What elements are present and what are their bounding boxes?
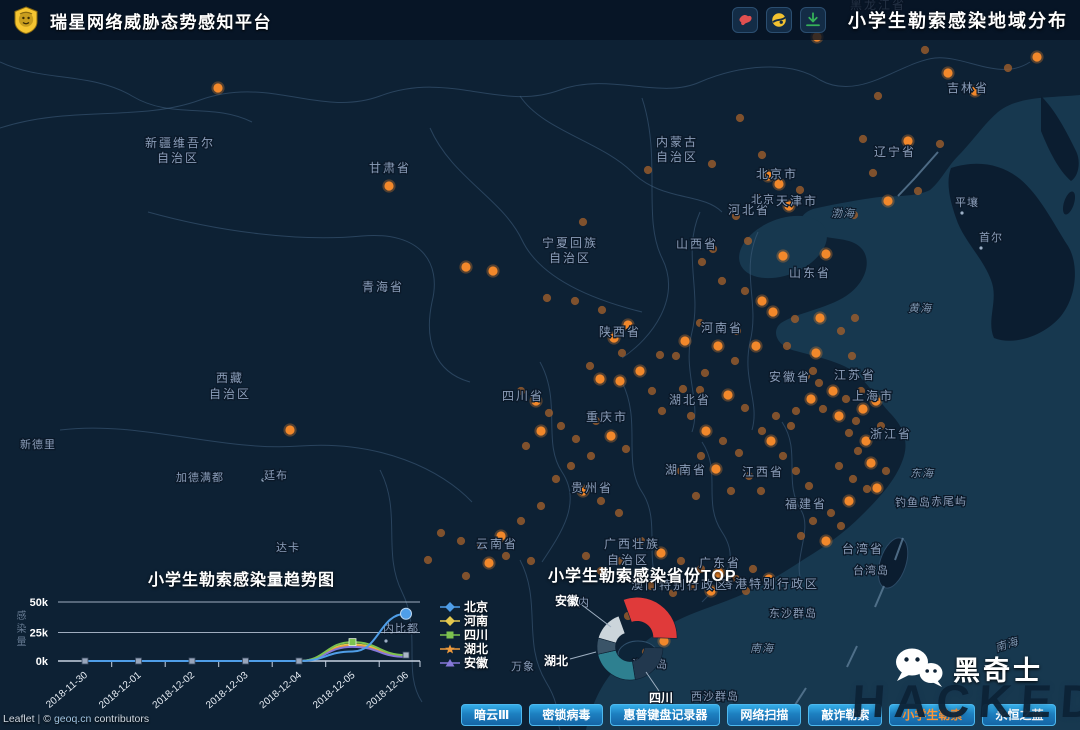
app-title: 瑞星网络威胁态势感知平台 bbox=[50, 8, 272, 33]
svg-text:重庆市: 重庆市 bbox=[586, 409, 628, 424]
svg-text:四川省: 四川省 bbox=[502, 389, 544, 403]
svg-text:青海省: 青海省 bbox=[362, 279, 404, 294]
svg-text:新疆维吾尔: 新疆维吾尔 bbox=[145, 135, 215, 150]
virus-button-4[interactable]: 网络扫描 bbox=[727, 704, 801, 726]
virus-button-2[interactable]: 密锁病毒 bbox=[529, 704, 603, 726]
svg-text:钓鱼岛: 钓鱼岛 bbox=[895, 495, 931, 509]
map-attribution: Leaflet|© geoq.cn contributors bbox=[3, 713, 149, 725]
wechat-watermark: 黑奇士 bbox=[893, 646, 1043, 690]
svg-text:台湾省: 台湾省 bbox=[842, 541, 884, 556]
svg-text:湖南省: 湖南省 bbox=[665, 462, 707, 477]
svg-text:河内: 河内 bbox=[566, 595, 590, 609]
svg-text:云南省: 云南省 bbox=[476, 536, 518, 551]
svg-text:广西壮族: 广西壮族 bbox=[604, 537, 660, 551]
page-title: 小学生勒索感染地域分布 bbox=[848, 7, 1068, 33]
wechat-icon bbox=[893, 646, 945, 690]
svg-text:山西省: 山西省 bbox=[676, 237, 718, 251]
leaflet-credit[interactable]: Leaflet bbox=[3, 713, 35, 725]
virus-button-1[interactable]: 暗云Ⅲ bbox=[461, 704, 522, 726]
svg-text:内比都: 内比都 bbox=[383, 621, 419, 635]
svg-text:辽宁省: 辽宁省 bbox=[874, 144, 916, 159]
legend-item-安徽[interactable]: 安徽 bbox=[440, 656, 488, 669]
geoq-link[interactable]: geoq.cn bbox=[54, 713, 91, 725]
svg-text:江苏省: 江苏省 bbox=[834, 368, 876, 382]
svg-text:东海: 东海 bbox=[910, 467, 935, 480]
svg-text:南海: 南海 bbox=[750, 642, 775, 655]
svg-text:陕西省: 陕西省 bbox=[599, 324, 641, 339]
download-icon bbox=[804, 11, 822, 29]
svg-text:湖北省: 湖北省 bbox=[669, 392, 711, 407]
china-map-icon bbox=[736, 11, 754, 29]
svg-text:天津市: 天津市 bbox=[776, 193, 818, 208]
svg-text:东沙群岛: 东沙群岛 bbox=[769, 606, 817, 620]
svg-text:赤尾屿: 赤尾屿 bbox=[931, 495, 967, 508]
china-map-button[interactable] bbox=[732, 7, 758, 33]
svg-text:自治区: 自治区 bbox=[209, 387, 251, 401]
pie-chart-title: 小学生勒索感染省份TOP bbox=[548, 562, 737, 586]
threat-map-app: 新疆维吾尔自治区甘肃省青海省西藏自治区内蒙古自治区黑龙江省吉林省辽宁省北京市天津… bbox=[0, 0, 1080, 730]
globe-button[interactable] bbox=[766, 7, 792, 33]
svg-text:万象: 万象 bbox=[511, 660, 535, 673]
svg-text:自治区: 自治区 bbox=[549, 251, 591, 265]
svg-text:平壤: 平壤 bbox=[955, 195, 979, 209]
svg-text:山东省: 山东省 bbox=[789, 266, 831, 280]
svg-text:安徽省: 安徽省 bbox=[769, 369, 811, 384]
virus-button-3[interactable]: 惠普键盘记录器 bbox=[610, 704, 720, 726]
svg-text:台湾岛: 台湾岛 bbox=[853, 563, 889, 577]
svg-text:北京: 北京 bbox=[751, 192, 775, 206]
svg-text:河南省: 河南省 bbox=[701, 320, 743, 335]
svg-text:渤海: 渤海 bbox=[831, 207, 856, 220]
svg-text:贵州省: 贵州省 bbox=[571, 481, 613, 495]
svg-text:江西省: 江西省 bbox=[742, 465, 784, 479]
svg-text:西藏: 西藏 bbox=[216, 371, 244, 385]
svg-text:首尔: 首尔 bbox=[979, 230, 1003, 244]
svg-text:达卡: 达卡 bbox=[276, 541, 300, 554]
header-bar: 瑞星网络威胁态势感知平台 小学生勒索感染地域分布 bbox=[0, 0, 1080, 40]
svg-text:加德满都: 加德满都 bbox=[176, 470, 224, 484]
svg-text:北京市: 北京市 bbox=[756, 166, 798, 181]
trend-chart-title: 小学生勒索感染量趋势图 bbox=[148, 566, 335, 590]
svg-text:海南岛: 海南岛 bbox=[632, 657, 668, 671]
svg-text:浙江省: 浙江省 bbox=[870, 427, 912, 441]
svg-text:黄海: 黄海 bbox=[908, 302, 933, 315]
svg-text:福建省: 福建省 bbox=[785, 496, 827, 511]
svg-text:内蒙古: 内蒙古 bbox=[656, 134, 698, 149]
svg-text:自治区: 自治区 bbox=[656, 150, 698, 164]
china-map[interactable]: 新疆维吾尔自治区甘肃省青海省西藏自治区内蒙古自治区黑龙江省吉林省辽宁省北京市天津… bbox=[0, 0, 1080, 730]
rising-lion-logo bbox=[12, 6, 40, 34]
trend-yaxis-label: 感染量 bbox=[12, 610, 27, 649]
svg-text:甘肃省: 甘肃省 bbox=[369, 161, 411, 175]
globe-icon bbox=[770, 11, 788, 29]
svg-text:廷布: 廷布 bbox=[264, 469, 288, 482]
svg-text:新德里: 新德里 bbox=[20, 437, 56, 451]
download-button[interactable] bbox=[800, 7, 826, 33]
svg-text:上海市: 上海市 bbox=[852, 388, 894, 403]
svg-text:西沙群岛: 西沙群岛 bbox=[691, 689, 739, 703]
svg-text:自治区: 自治区 bbox=[157, 151, 199, 165]
trend-legend: 北京河南四川湖北安徽 bbox=[440, 600, 488, 670]
svg-text:吉林省: 吉林省 bbox=[947, 81, 989, 95]
svg-text:宁夏回族: 宁夏回族 bbox=[542, 235, 598, 250]
wechat-account-name: 黑奇士 bbox=[953, 649, 1043, 688]
